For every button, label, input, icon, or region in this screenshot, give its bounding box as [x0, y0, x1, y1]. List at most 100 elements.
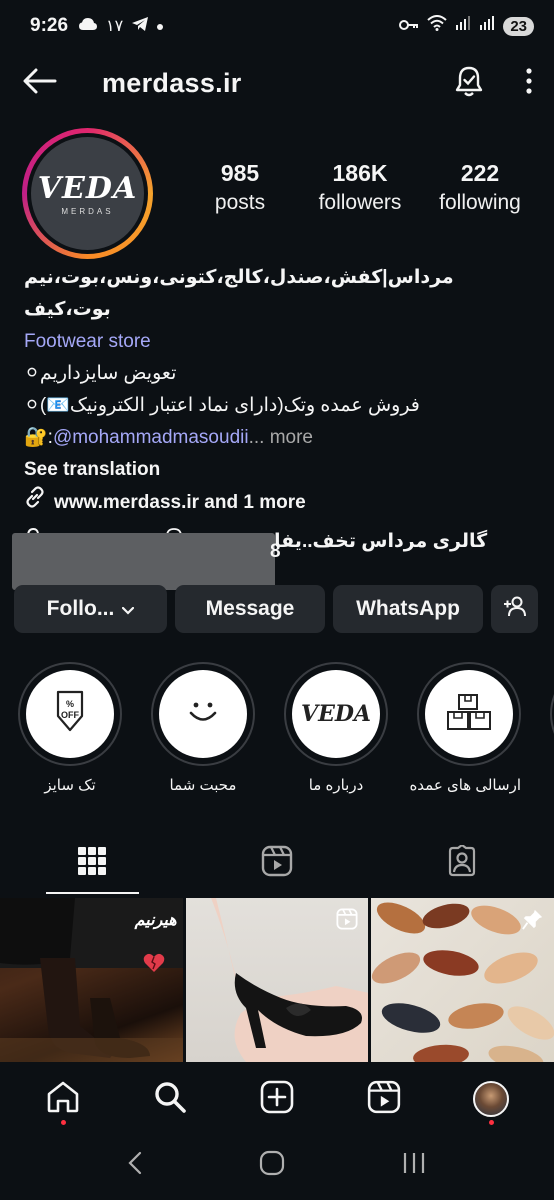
profile-header: merdass.ir — [0, 52, 554, 114]
key-icon — [399, 15, 419, 37]
more-options-icon[interactable] — [526, 67, 532, 99]
back-arrow-icon[interactable] — [22, 68, 58, 99]
avatar-logo-text: VEDA — [37, 171, 138, 206]
posts-grid: هیرنیم — [0, 898, 554, 1062]
telegram-icon — [131, 16, 149, 37]
chevron-down-icon — [122, 597, 135, 621]
stat-number: 985 — [220, 160, 260, 186]
avatar-logo-subtext: MERDAS — [61, 207, 114, 216]
svg-text:OFF: OFF — [61, 710, 79, 720]
profile-username: merdass.ir — [102, 67, 242, 98]
profile-stats: 985 posts 186K followers 222 following — [180, 160, 540, 215]
cloud-icon — [78, 17, 98, 36]
profile-bio: مرداس|کفش،صندل،کالج،کتونی،ونس،بوت،نیم بو… — [24, 262, 534, 558]
tab-reels[interactable] — [185, 832, 370, 894]
notification-bell-icon[interactable] — [454, 65, 484, 102]
redacted-block — [12, 533, 275, 590]
post-thumbnail[interactable] — [185, 898, 369, 1062]
following-button-label: Follo... — [46, 597, 115, 620]
stat-followers[interactable]: 186K followers — [300, 160, 420, 215]
bio-mention-link[interactable]: @mohammadmasoudii — [53, 427, 249, 448]
bio-more-link[interactable]: ... more — [249, 427, 313, 448]
reels-icon — [261, 845, 293, 882]
nav-reels[interactable] — [356, 1071, 412, 1127]
svg-text:%: % — [66, 699, 74, 709]
avatar — [472, 1081, 509, 1117]
post-overlay-text: هیرنیم — [134, 912, 177, 929]
discount-tag-icon: % OFF — [50, 690, 90, 739]
tagged-user-icon — [446, 843, 478, 882]
create-post-icon — [260, 1080, 294, 1119]
back-nav-icon[interactable] — [128, 1151, 142, 1180]
home-nav-icon[interactable] — [259, 1150, 285, 1181]
grid-icon — [77, 846, 107, 881]
nav-search[interactable] — [142, 1071, 198, 1127]
smile-icon — [186, 700, 220, 729]
status-bar: 9:26 ۱۷ 23 — [0, 0, 554, 52]
whatsapp-button[interactable]: WhatsApp — [333, 585, 483, 633]
highlight-label: ارسالی های عمده — [409, 777, 521, 794]
boxes-icon — [445, 692, 493, 737]
notification-dot — [61, 1120, 67, 1125]
message-button[interactable]: Message — [175, 585, 325, 633]
see-translation-link[interactable]: See translation — [24, 454, 534, 486]
profile-avatar[interactable]: VEDA MERDAS — [22, 128, 153, 259]
notification-dot — [488, 1120, 494, 1125]
stat-posts[interactable]: 985 posts — [180, 160, 300, 215]
highlight-partial[interactable] — [550, 662, 554, 766]
battery-icon: 23 — [503, 16, 534, 36]
highlight-single-size[interactable]: % OFF تک سایز — [18, 662, 122, 794]
profile-action-buttons: Follo... Message WhatsApp — [14, 585, 540, 633]
bio-line-1: تعویض سایزداریم⚪ — [24, 363, 177, 384]
highlight-label: محبت شما — [169, 777, 237, 794]
home-icon — [46, 1080, 80, 1119]
stat-following[interactable]: 222 following — [420, 160, 540, 215]
bio-mention-row: 🔐:@mohammadmasoudii... more — [24, 422, 534, 454]
stat-label: following — [439, 191, 521, 214]
bio-website-link: www.merdass.ir and 1 more — [54, 491, 306, 513]
following-button[interactable]: Follo... — [14, 585, 167, 633]
nav-home[interactable] — [35, 1071, 91, 1127]
system-navigation-bar — [0, 1130, 554, 1200]
bottom-navigation — [0, 1068, 554, 1130]
highlight-wholesale-shipping[interactable]: ارسالی های عمده — [409, 662, 521, 794]
add-user-icon — [503, 595, 527, 623]
tab-tagged[interactable] — [369, 832, 554, 894]
link-icon — [24, 486, 46, 519]
post-thumbnail[interactable]: هیرنیم — [0, 898, 183, 1062]
highlight-label: درباره ما — [308, 777, 364, 794]
status-extra-text: ۱۷ — [106, 18, 124, 35]
wifi-icon — [427, 15, 447, 37]
bio-mention-prefix: 🔐: — [24, 427, 53, 448]
signal-icon — [455, 15, 471, 37]
reel-indicator-icon — [336, 908, 358, 935]
status-time: 9:26 — [30, 15, 69, 36]
nav-create[interactable] — [249, 1071, 305, 1127]
profile-tabs — [0, 832, 554, 894]
veda-logo-icon: VEDA — [301, 701, 371, 727]
reels-icon — [367, 1080, 401, 1119]
search-icon — [153, 1080, 187, 1119]
suggested-users-button[interactable] — [491, 585, 538, 633]
broken-heart-icon — [143, 953, 165, 978]
bio-name: مرداس|کفش،صندل،کالج،کتونی،ونس،بوت،نیم بو… — [24, 267, 454, 320]
stat-number: 222 — [460, 160, 500, 186]
recents-nav-icon[interactable] — [402, 1152, 426, 1179]
highlight-your-love[interactable]: محبت شما — [151, 662, 255, 794]
redacted-tail-text: 8 — [270, 541, 281, 562]
story-highlights: % OFF تک سایز محبت شما VEDA درباره ما ارس… — [0, 662, 554, 802]
bio-category[interactable]: Footwear store — [24, 326, 534, 358]
highlight-about-us[interactable]: VEDA درباره ما — [284, 662, 388, 794]
highlight-label: تک سایز — [44, 777, 96, 794]
post-thumbnail[interactable] — [371, 898, 554, 1062]
stat-number: 186K — [332, 160, 388, 186]
notification-dot-icon — [157, 17, 164, 35]
tab-posts-grid[interactable] — [0, 832, 185, 894]
signal-icon-2 — [479, 15, 495, 37]
stat-label: posts — [214, 191, 266, 214]
bio-website-row[interactable]: www.merdass.ir and 1 more — [24, 486, 534, 519]
bio-line-2: فروش عمده وتک(دارای نماد اعتبار الکترونی… — [24, 395, 420, 416]
nav-profile[interactable] — [463, 1071, 519, 1127]
stat-label: followers — [318, 191, 402, 214]
pinned-icon — [522, 908, 544, 935]
